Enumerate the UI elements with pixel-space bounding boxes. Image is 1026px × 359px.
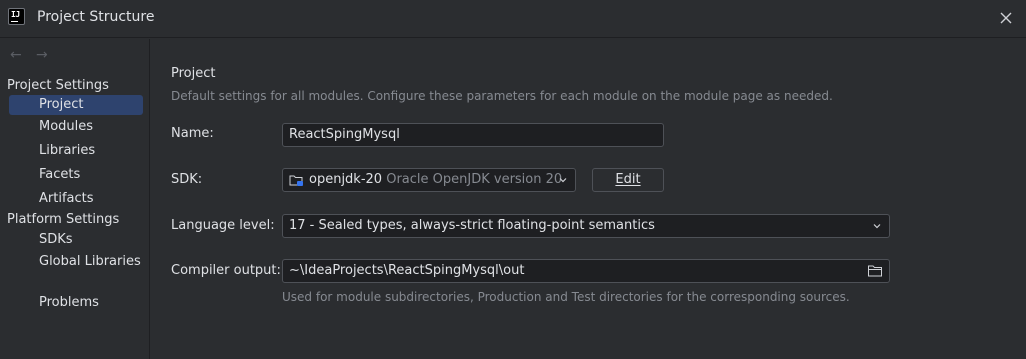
sdk-name: openjdk-20 — [309, 172, 383, 187]
edit-button[interactable]: Edit — [592, 168, 664, 192]
intellij-logo-icon: IJ — [8, 8, 25, 25]
close-icon[interactable] — [998, 10, 1014, 26]
compiler-output-field[interactable]: ~\IdeaProjects\ReactSpingMysql\out — [282, 259, 890, 283]
sidebar-item-problems[interactable]: Problems — [9, 293, 143, 313]
sidebar-item-global-libraries[interactable]: Global Libraries — [9, 252, 143, 272]
page-title: Project — [171, 66, 216, 81]
page-description: Default settings for all modules. Config… — [171, 89, 833, 103]
language-level-value: 17 - Sealed types, always-strict floatin… — [289, 218, 655, 233]
logo-text: IJ — [11, 10, 20, 19]
forward-arrow-icon[interactable]: → — [36, 47, 52, 63]
section-project-settings: Project Settings — [7, 78, 109, 93]
sdk-detail: Oracle OpenJDK version 20 — [386, 172, 563, 187]
chevron-down-icon — [873, 224, 881, 229]
compiler-output-hint: Used for module subdirectories, Producti… — [282, 290, 850, 304]
sidebar-item-modules[interactable]: Modules — [9, 117, 143, 137]
sidebar-item-sdks[interactable]: SDKs — [9, 230, 143, 250]
name-field[interactable]: ReactSpingMysql — [282, 123, 664, 147]
edit-button-label: Edit — [615, 172, 641, 187]
main-content: Project Default settings for all modules… — [151, 39, 1026, 359]
language-level-select[interactable]: 17 - Sealed types, always-strict floatin… — [282, 214, 890, 238]
name-value: ReactSpingMysql — [289, 127, 400, 142]
back-arrow-icon[interactable]: ← — [10, 47, 26, 63]
sidebar-item-project[interactable]: Project — [9, 95, 143, 115]
window-title: Project Structure — [37, 9, 155, 25]
language-level-label: Language level: — [171, 218, 275, 233]
sdk-label: SDK: — [171, 172, 203, 187]
name-label: Name: — [171, 126, 214, 141]
compiler-output-value: ~\IdeaProjects\ReactSpingMysql\out — [289, 263, 525, 278]
sidebar-item-facets[interactable]: Facets — [9, 165, 143, 185]
folder-icon[interactable] — [867, 264, 883, 278]
sdk-folder-icon — [289, 175, 303, 186]
sidebar-item-artifacts[interactable]: Artifacts — [9, 189, 143, 209]
compiler-output-label: Compiler output: — [171, 263, 281, 278]
sidebar: ← → Project Settings Project Modules Lib… — [0, 39, 150, 359]
chevron-down-icon — [559, 178, 567, 183]
title-bar: IJ Project Structure — [0, 0, 1026, 38]
sdk-select[interactable]: openjdk-20 Oracle OpenJDK version 20 — [282, 168, 576, 192]
section-platform-settings: Platform Settings — [7, 212, 120, 227]
sidebar-item-libraries[interactable]: Libraries — [9, 141, 143, 161]
